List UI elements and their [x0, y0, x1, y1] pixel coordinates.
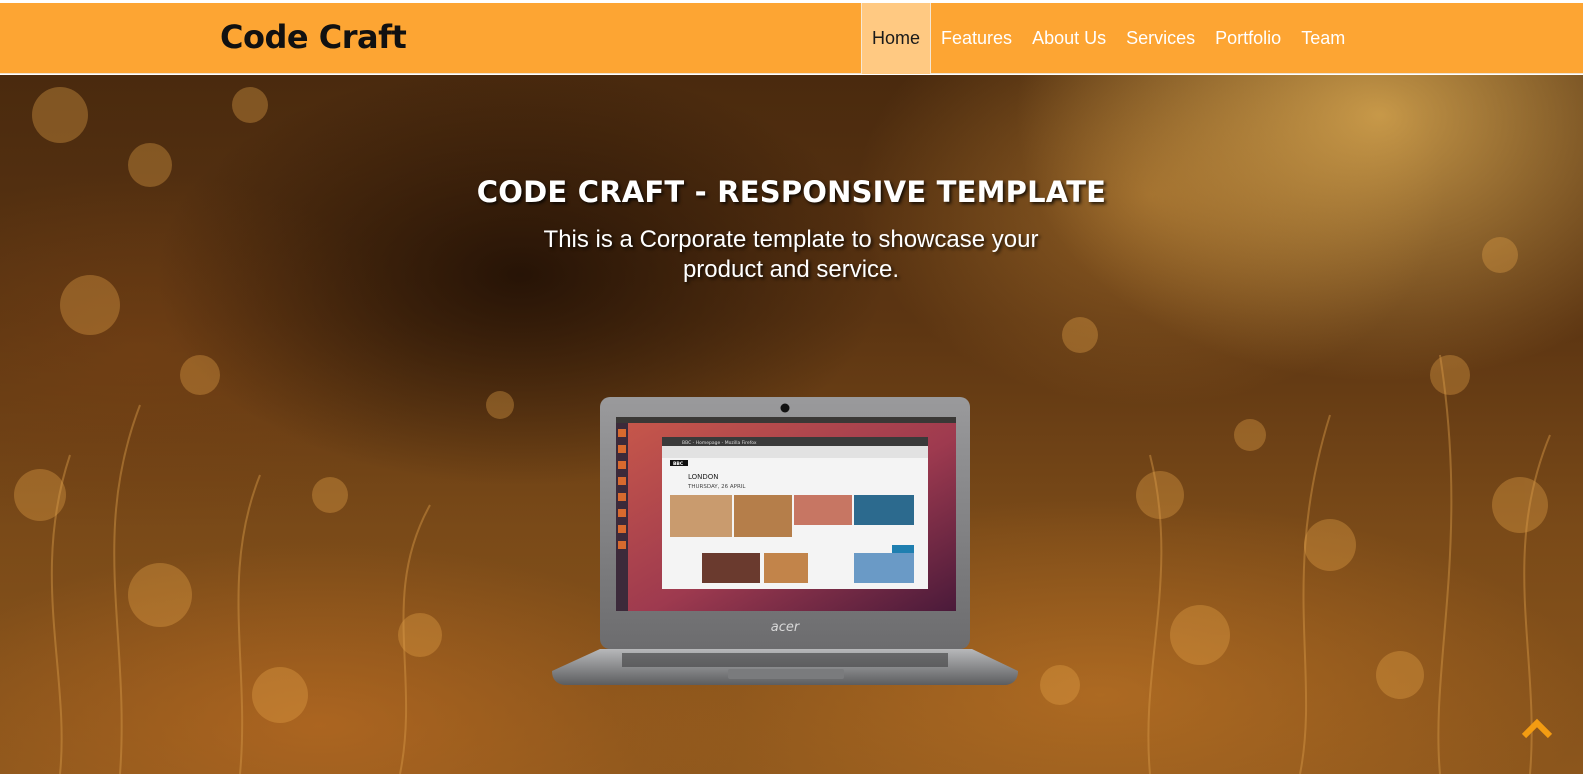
brand-logo[interactable]: Code Craft — [220, 18, 407, 56]
nav-menu: Home Features About Us Services Portfoli… — [861, 3, 1355, 74]
nav-item-features[interactable]: Features — [931, 3, 1022, 74]
laptop-site-name: BBC — [673, 461, 684, 467]
nav-item-home[interactable]: Home — [861, 3, 932, 74]
laptop-image: BBC - Homepage - Mozilla Firefox BBC LON… — [552, 397, 1018, 685]
laptop-brand-logo: acer — [771, 620, 801, 635]
navbar: Code Craft Home Features About Us Servic… — [0, 3, 1583, 74]
nav-item-services[interactable]: Services — [1116, 3, 1205, 74]
nav-item-team[interactable]: Team — [1291, 3, 1355, 74]
nav-item-portfolio[interactable]: Portfolio — [1205, 3, 1291, 74]
laptop-window-title: BBC - Homepage - Mozilla Firefox — [682, 440, 757, 446]
laptop-date: THURSDAY, 26 APRIL — [687, 484, 746, 490]
hero-section: CODE CRAFT - RESPONSIVE TEMPLATE This is… — [0, 75, 1583, 774]
hero-title: CODE CRAFT - RESPONSIVE TEMPLATE — [476, 175, 1107, 209]
laptop-location: LONDON — [688, 473, 719, 481]
hero-subtitle: This is a Corporate template to showcase… — [543, 226, 1039, 283]
chevron-up-icon[interactable] — [1520, 716, 1554, 740]
nav-item-about-us[interactable]: About Us — [1022, 3, 1116, 74]
